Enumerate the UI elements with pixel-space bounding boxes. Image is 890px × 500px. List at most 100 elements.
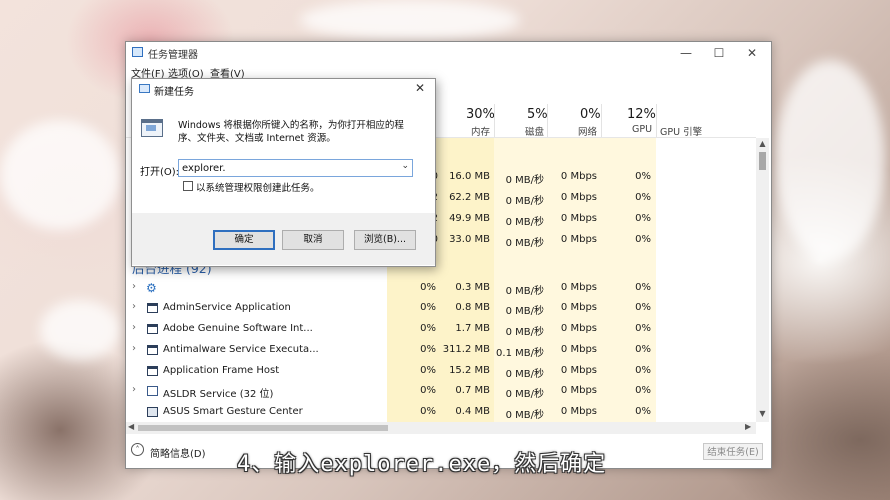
memory-cell: 0.3 MB [455,282,490,293]
disk-cell: 0 MB/秒 [505,389,544,400]
task-manager-titlebar[interactable]: 任务管理器 — ☐ ✕ [126,42,771,64]
memory-cell: 16.0 MB [449,171,490,182]
fewer-details-link[interactable]: 简略信息(D) [150,445,206,460]
network-cell: 0 Mbps [560,234,597,245]
gpu-cell: 0% [635,302,651,313]
expand-chevron-icon[interactable]: › [132,343,136,354]
app-window-icon [147,407,158,417]
dialog-title: 新建任务 [154,87,194,98]
scroll-thumb[interactable] [138,425,388,431]
app-window-icon [147,324,158,334]
table-row[interactable]: › AdminService Application 0% 0.8 MB 0 M… [126,299,756,319]
network-cell: 0 Mbps [560,406,597,417]
scroll-left-arrow-icon[interactable]: ◀ [128,422,134,431]
fur-texture [40,300,120,360]
table-row[interactable]: ASUS Smart Gesture Center 0% 0.4 MB 0 MB… [126,403,756,423]
memory-cell: 0.8 MB [455,302,490,313]
table-row[interactable]: › Antimalware Service Executa... 0% 311.… [126,341,756,361]
app-window-icon [147,386,158,396]
cpu-cell: 0% [420,344,436,355]
process-name: Antimalware Service Executa... [163,344,319,355]
table-row[interactable]: › ⚙ 0% 0.3 MB 0 MB/秒 0 Mbps 0% [126,279,756,299]
disk-cell: 0 MB/秒 [505,369,544,380]
scroll-up-arrow-icon[interactable]: ▲ [757,139,768,148]
gpu-cell: 0% [635,365,651,376]
disk-cell: 0 MB/秒 [505,175,544,186]
scroll-down-arrow-icon[interactable]: ▼ [757,409,768,418]
end-task-button[interactable]: 结束任务(E) [703,443,763,460]
cpu-cell: 0% [420,406,436,417]
vertical-scrollbar[interactable]: ▲ ▼ [756,138,769,422]
admin-privileges-label[interactable]: 以系统管理权限创建此任务。 [196,180,320,194]
gpu-cell: 0% [635,385,651,396]
memory-cell: 62.2 MB [449,192,490,203]
horizontal-scrollbar[interactable]: ◀ ▶ [126,422,756,434]
disk-cell: 0 MB/秒 [505,217,544,228]
fur-texture [775,60,885,260]
network-cell: 0 Mbps [560,365,597,376]
disk-label: 磁盘 [525,127,545,138]
chevron-up-icon[interactable]: ˄ [131,443,144,456]
ok-button[interactable]: 确定 [213,230,275,250]
disk-cell: 0 MB/秒 [505,238,544,249]
gpu-cell: 0% [635,234,651,245]
admin-privileges-checkbox[interactable] [183,181,193,191]
process-name: ASLDR Service (32 位) [163,389,274,400]
gpu-label: GPU [632,124,653,135]
process-name: ASUS Smart Gesture Center [163,406,303,417]
maximize-button[interactable]: ☐ [702,42,736,64]
dialog-description: Windows 将根据你所键入的名称，为你打开相应的程序、文件夹、文档或 Int… [178,120,404,144]
network-cell: 0 Mbps [560,385,597,396]
browse-button[interactable]: 浏览(B)... [354,230,416,250]
open-combobox[interactable]: explorer. ⌄ [178,159,413,177]
gpu-engine-label: GPU 引擎 [660,127,703,138]
expand-chevron-icon[interactable]: › [132,301,136,312]
memory-cell: 0.4 MB [455,406,490,417]
task-manager-icon [132,47,143,57]
process-name: Adobe Genuine Software Int... [163,323,313,334]
memory-cell: 311.2 MB [442,344,490,355]
memory-cell: 49.9 MB [449,213,490,224]
process-name: AdminService Application [163,302,291,313]
scroll-thumb[interactable] [759,152,766,170]
table-row[interactable]: › ASLDR Service (32 位) 0% 0.7 MB 0 MB/秒 … [126,382,756,402]
disk-percent: 5% [527,107,548,122]
new-task-dialog: 新建任务 ✕ Windows 将根据你所键入的名称，为你打开相应的程序、文件夹、… [131,78,436,267]
cpu-cell: 0% [420,365,436,376]
open-input-value[interactable]: explorer. [182,163,226,174]
memory-cell: 33.0 MB [449,234,490,245]
gpu-cell: 0% [635,344,651,355]
table-row[interactable]: › Adobe Genuine Software Int... 0% 1.7 M… [126,320,756,340]
column-divider [494,104,495,138]
table-row[interactable]: Application Frame Host 0% 15.2 MB 0 MB/秒… [126,362,756,382]
disk-cell: 0.1 MB/秒 [496,348,544,359]
memory-cell: 0.7 MB [455,385,490,396]
gpu-cell: 0% [635,213,651,224]
expand-chevron-icon[interactable]: › [132,384,136,395]
disk-cell: 0 MB/秒 [505,327,544,338]
network-cell: 0 Mbps [560,302,597,313]
process-name: Application Frame Host [163,365,280,376]
memory-cell: 15.2 MB [449,365,490,376]
network-label: 网络 [578,127,598,138]
column-divider [547,104,548,138]
fur-texture [0,120,120,230]
column-divider [601,104,602,138]
disk-cell: 0 MB/秒 [505,196,544,207]
network-cell: 0 Mbps [560,282,597,293]
scroll-right-arrow-icon[interactable]: ▶ [745,422,751,431]
close-button[interactable]: ✕ [735,42,769,64]
dialog-close-button[interactable]: ✕ [415,81,425,95]
expand-chevron-icon[interactable]: › [132,281,136,292]
app-window-icon [147,303,158,313]
gpu-percent: 12% [627,107,656,122]
gpu-cell: 0% [635,406,651,417]
cpu-cell: 0% [420,282,436,293]
cancel-button[interactable]: 取消 [282,230,344,250]
expand-chevron-icon[interactable]: › [132,322,136,333]
memory-label: 内存 [471,127,491,138]
gear-icon: ⚙ [146,281,157,295]
minimize-button[interactable]: — [669,42,703,64]
disk-cell: 0 MB/秒 [505,410,544,421]
chevron-down-icon[interactable]: ⌄ [401,161,409,171]
